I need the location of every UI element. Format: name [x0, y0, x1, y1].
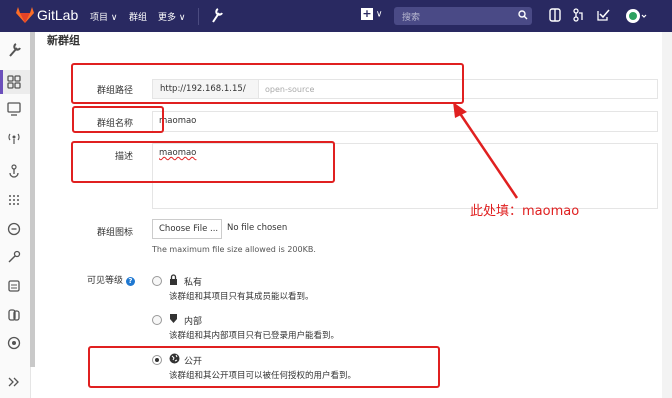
sidebar-wrench-icon[interactable]: [7, 42, 23, 58]
highlight-path-box: [71, 63, 464, 104]
nav-more[interactable]: 更多 ∨: [158, 10, 185, 23]
private-option-desc: 该群组和其项目只有其成员能以看到。: [169, 292, 314, 302]
sidebar-settings-icon[interactable]: [7, 336, 21, 350]
sidebar-overview-grid-icon[interactable]: [7, 75, 21, 89]
top-navbar: GitLab 项目 ∨ 群组 更多 ∨ + ∨ 搜索: [0, 0, 672, 32]
new-dropdown[interactable]: + ∨: [361, 8, 382, 20]
sidebar-abuse-circle-icon[interactable]: [7, 222, 21, 236]
file-size-hint: The maximum file size allowed is 200KB.: [152, 245, 316, 254]
sidebar-messages-icon[interactable]: [7, 308, 21, 322]
annotation-arrow-icon: [453, 102, 519, 199]
user-avatar-icon[interactable]: [625, 7, 647, 25]
admin-wrench-icon[interactable]: [210, 7, 224, 23]
page-scrollbar[interactable]: [662, 32, 672, 398]
todo-check-icon[interactable]: [597, 8, 610, 22]
sidebar-toggle-icon[interactable]: [549, 8, 561, 22]
no-file-text: No file chosen: [227, 223, 288, 233]
search-input[interactable]: 搜索: [394, 7, 532, 25]
sidebar-labels-icon[interactable]: [7, 279, 21, 293]
visibility-label: 可见等级 ?: [87, 273, 135, 286]
group-name-input[interactable]: maomao: [152, 111, 658, 132]
lock-icon: [170, 274, 177, 285]
collapse-sidebar-icon[interactable]: [7, 376, 21, 388]
private-option-label: 私有: [184, 278, 203, 288]
sidebar-broadcast-icon[interactable]: [7, 131, 21, 145]
merge-request-icon[interactable]: [573, 8, 585, 22]
sidebar-key-icon[interactable]: [7, 250, 21, 264]
search-icon: [518, 10, 528, 20]
plus-icon: +: [361, 7, 373, 20]
topbar-divider: [198, 8, 199, 25]
sidebar-apps-dots-icon[interactable]: [7, 193, 21, 207]
internal-option-label: 内部: [184, 317, 203, 327]
annotation-text: 此处填：maomao: [470, 204, 580, 219]
group-avatar-label: 群组图标: [96, 228, 133, 238]
sidebar-monitor-icon[interactable]: [7, 102, 21, 116]
radio-internal[interactable]: [152, 315, 162, 325]
highlight-public-box: [88, 346, 440, 388]
sidebar-scrollbar[interactable]: [30, 32, 35, 367]
highlight-desc-box: [71, 141, 335, 183]
group-name-value: maomao: [159, 116, 197, 126]
search-placeholder: 搜索: [402, 13, 421, 23]
help-question-icon[interactable]: ?: [125, 277, 135, 286]
nav-projects[interactable]: 项目 ∨: [90, 10, 117, 23]
nav-groups[interactable]: 群组: [129, 10, 147, 23]
shield-icon: [170, 314, 177, 323]
brand-name[interactable]: GitLab: [37, 7, 78, 23]
page-title: 新群组: [47, 34, 80, 47]
gitlab-logo-icon[interactable]: [16, 7, 34, 23]
radio-private[interactable]: [152, 276, 162, 286]
sidebar-hook-icon[interactable]: [7, 164, 21, 178]
highlight-name-box: [72, 106, 164, 133]
internal-option-desc: 该群组和其内部项目只有已登录用户能看到。: [169, 331, 340, 341]
choose-file-button[interactable]: Choose File ...: [152, 219, 222, 239]
